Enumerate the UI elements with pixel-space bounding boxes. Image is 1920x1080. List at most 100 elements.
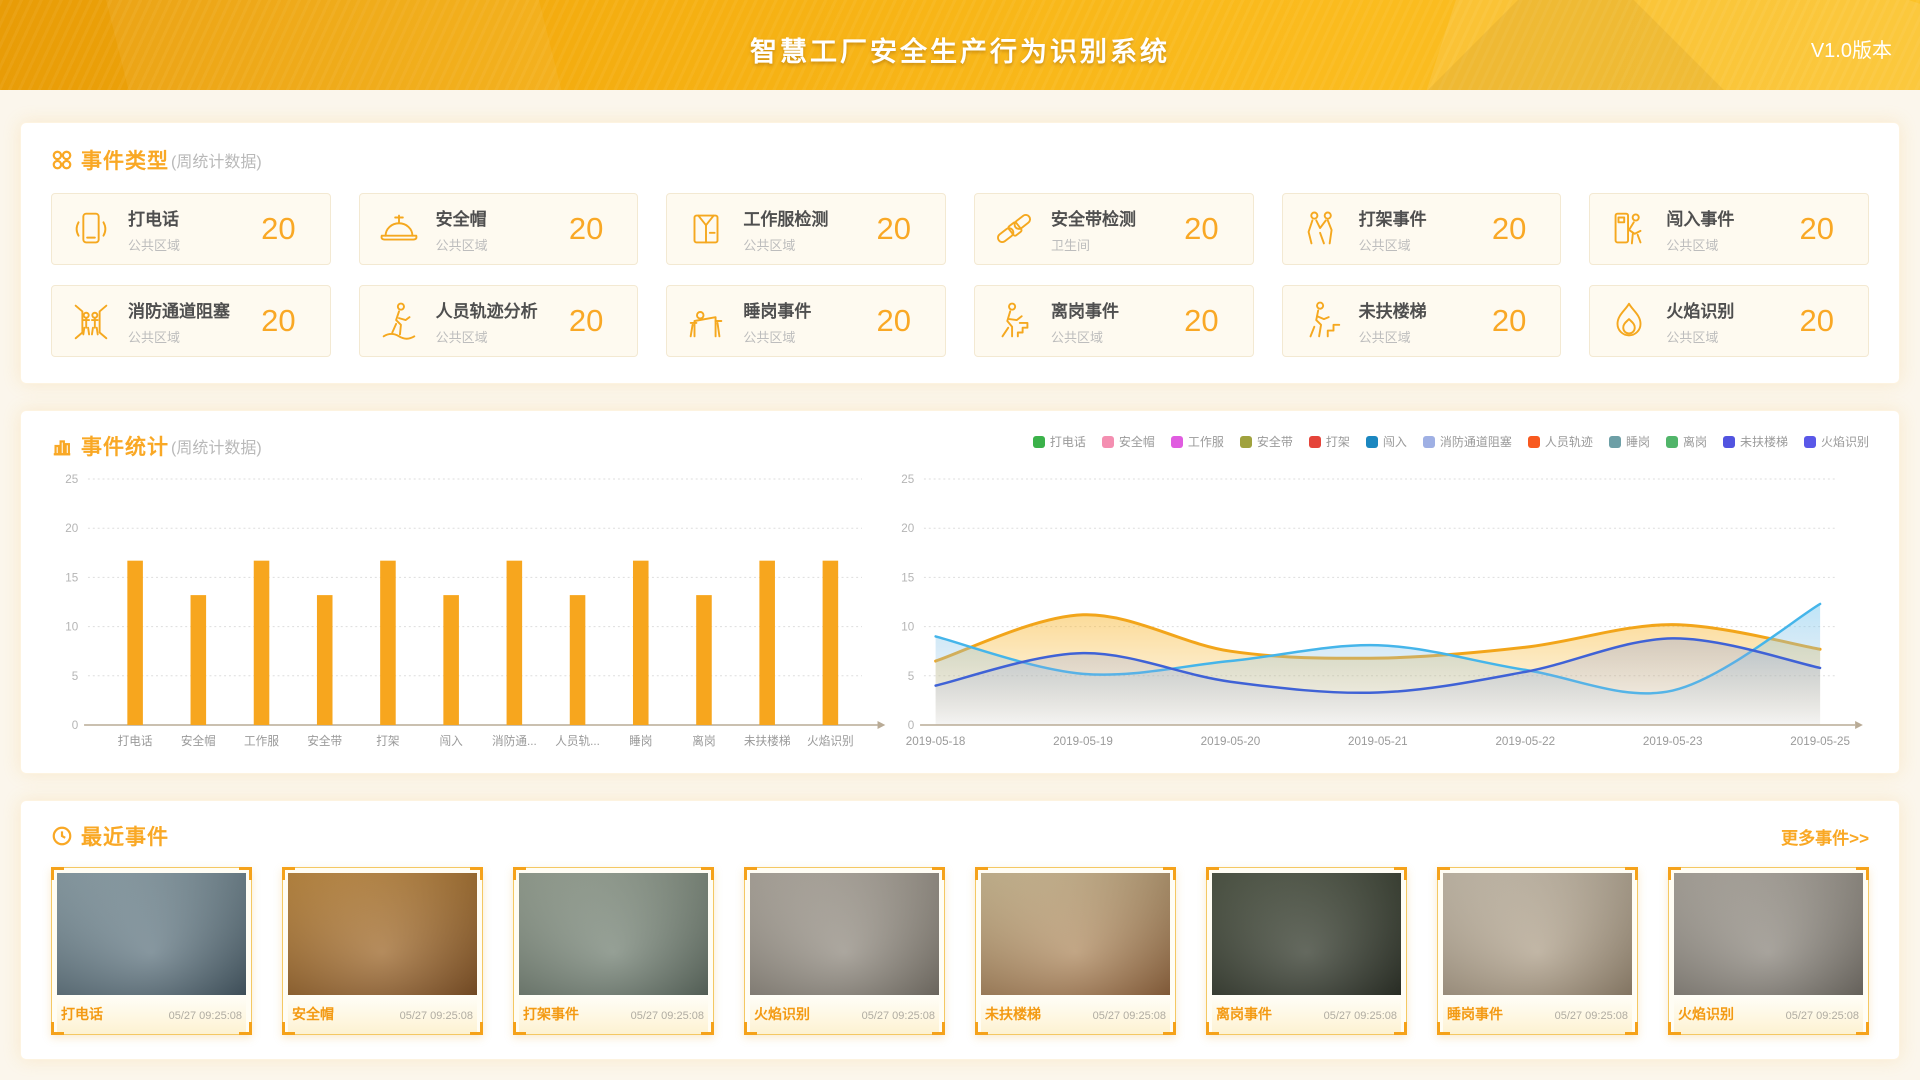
helmet-icon	[376, 206, 422, 252]
frame-corner	[282, 867, 295, 880]
svg-text:20: 20	[901, 521, 914, 535]
legend-item[interactable]: 消防通道阻塞	[1423, 433, 1512, 450]
event-type-card[interactable]: 人员轨迹分析公共区域20	[359, 285, 639, 357]
legend-item[interactable]: 睡岗	[1609, 433, 1650, 450]
svg-text:2019-05-25: 2019-05-25	[1791, 734, 1851, 748]
legend-swatch	[1171, 436, 1183, 448]
event-type-area: 公共区域	[436, 327, 569, 346]
legend-item[interactable]: 闯入	[1366, 433, 1407, 450]
more-events-link[interactable]: 更多事件>>	[1781, 824, 1869, 849]
legend-label: 消防通道阻塞	[1440, 433, 1512, 450]
event-type-area: 公共区域	[1051, 327, 1184, 346]
legend-label: 安全带	[1257, 433, 1293, 450]
sleep-icon	[683, 298, 729, 344]
event-name: 火焰识别	[1678, 1004, 1734, 1024]
event-type-card[interactable]: 工作服检测公共区域20	[666, 193, 946, 265]
frame-corner	[1856, 1022, 1869, 1035]
svg-text:2019-05-18: 2019-05-18	[906, 734, 966, 748]
page-title: 智慧工厂安全生产行为识别系统	[0, 30, 1920, 69]
legend-label: 睡岗	[1626, 433, 1650, 450]
event-name: 打架事件	[523, 1004, 579, 1024]
legend-swatch	[1366, 436, 1378, 448]
legend-label: 人员轨迹	[1545, 433, 1593, 450]
svg-text:2019-05-22: 2019-05-22	[1496, 734, 1556, 748]
svg-text:5: 5	[908, 669, 915, 683]
legend-item[interactable]: 打架	[1309, 433, 1350, 450]
clock-icon	[51, 825, 73, 847]
svg-text:25: 25	[65, 472, 78, 486]
event-name: 安全帽	[292, 1004, 334, 1024]
legend-item[interactable]: 人员轨迹	[1528, 433, 1593, 450]
legend-label: 工作服	[1188, 433, 1224, 450]
event-type-area: 公共区域	[1666, 235, 1799, 254]
legend-label: 安全帽	[1119, 433, 1155, 450]
event-type-card[interactable]: 消防通道阻塞公共区域20	[51, 285, 331, 357]
event-type-card[interactable]: 离岗事件公共区域20	[974, 285, 1254, 357]
event-type-card[interactable]: 火焰识别公共区域20	[1589, 285, 1869, 357]
svg-text:打架: 打架	[376, 734, 399, 748]
frame-corner	[744, 1022, 757, 1035]
legend-item[interactable]: 安全帽	[1102, 433, 1155, 450]
frame-corner	[51, 1022, 64, 1035]
event-type-count: 20	[1800, 211, 1852, 247]
event-types-subtitle: (周统计数据)	[171, 148, 262, 172]
recent-event-card[interactable]: 睡岗事件05/27 09:25:08	[1437, 867, 1638, 1035]
event-type-card[interactable]: 打电话公共区域20	[51, 193, 331, 265]
passage-icon	[68, 298, 114, 344]
svg-text:闯入: 闯入	[439, 734, 462, 748]
recent-event-card[interactable]: 未扶楼梯05/27 09:25:08	[975, 867, 1176, 1035]
recent-event-card[interactable]: 打电话05/27 09:25:08	[51, 867, 252, 1035]
event-type-area: 公共区域	[1359, 235, 1492, 254]
event-type-count: 20	[1492, 211, 1544, 247]
legend-swatch	[1240, 436, 1252, 448]
belt-icon	[991, 206, 1037, 252]
recent-event-card[interactable]: 离岗事件05/27 09:25:08	[1206, 867, 1407, 1035]
legend-item[interactable]: 工作服	[1171, 433, 1224, 450]
event-type-name: 人员轨迹分析	[436, 297, 569, 322]
event-type-name: 火焰识别	[1666, 297, 1799, 322]
legend-swatch	[1804, 436, 1816, 448]
frame-corner	[1394, 867, 1407, 880]
recent-event-card[interactable]: 打架事件05/27 09:25:08	[513, 867, 714, 1035]
frame-corner	[239, 867, 252, 880]
legend-item[interactable]: 离岗	[1666, 433, 1707, 450]
event-type-card[interactable]: 闯入事件公共区域20	[1589, 193, 1869, 265]
legend-item[interactable]: 打电话	[1033, 433, 1086, 450]
event-photo	[981, 873, 1170, 995]
recent-event-card[interactable]: 火焰识别05/27 09:25:08	[1668, 867, 1869, 1035]
event-type-card[interactable]: 睡岗事件公共区域20	[666, 285, 946, 357]
svg-text:10: 10	[901, 619, 914, 633]
svg-text:2019-05-20: 2019-05-20	[1201, 734, 1261, 748]
legend-swatch	[1666, 436, 1678, 448]
event-type-count: 20	[261, 303, 313, 339]
event-timestamp: 05/27 09:25:08	[1093, 1010, 1166, 1022]
frame-corner	[1668, 1022, 1681, 1035]
event-photo	[1443, 873, 1632, 995]
legend-item[interactable]: 火焰识别	[1804, 433, 1869, 450]
event-trend-chart[interactable]: 05101520252019-05-182019-05-192019-05-20…	[887, 467, 1869, 759]
fight-icon	[1299, 206, 1345, 252]
frame-corner	[932, 867, 945, 880]
svg-text:消防通...: 消防通...	[492, 734, 537, 748]
event-type-area: 公共区域	[743, 235, 876, 254]
svg-text:10: 10	[65, 619, 78, 633]
event-bar-chart[interactable]: 0510152025打电话安全帽工作服安全带打架闯入消防通...人员轨...睡岗…	[51, 467, 887, 759]
event-type-card[interactable]: 安全帽公共区域20	[359, 193, 639, 265]
svg-text:人员轨...: 人员轨...	[555, 734, 600, 748]
event-type-card[interactable]: 打架事件公共区域20	[1282, 193, 1562, 265]
event-photo	[57, 873, 246, 995]
legend-item[interactable]: 安全带	[1240, 433, 1293, 450]
svg-text:2019-05-23: 2019-05-23	[1643, 734, 1703, 748]
event-type-card[interactable]: 安全带检测卫生间20	[974, 193, 1254, 265]
legend-item[interactable]: 未扶楼梯	[1723, 433, 1788, 450]
intrude-icon	[1606, 206, 1652, 252]
svg-text:20: 20	[65, 521, 78, 535]
event-type-card[interactable]: 未扶楼梯公共区域20	[1282, 285, 1562, 357]
recent-event-card[interactable]: 安全帽 05/27 09:25:08	[282, 867, 483, 1035]
event-type-count: 20	[877, 303, 929, 339]
frame-corner	[239, 1022, 252, 1035]
legend-label: 火焰识别	[1821, 433, 1869, 450]
event-timestamp: 05/27 09:25:08	[400, 1010, 473, 1022]
recent-event-card[interactable]: 火焰识别05/27 09:25:08	[744, 867, 945, 1035]
event-type-count: 20	[877, 211, 929, 247]
